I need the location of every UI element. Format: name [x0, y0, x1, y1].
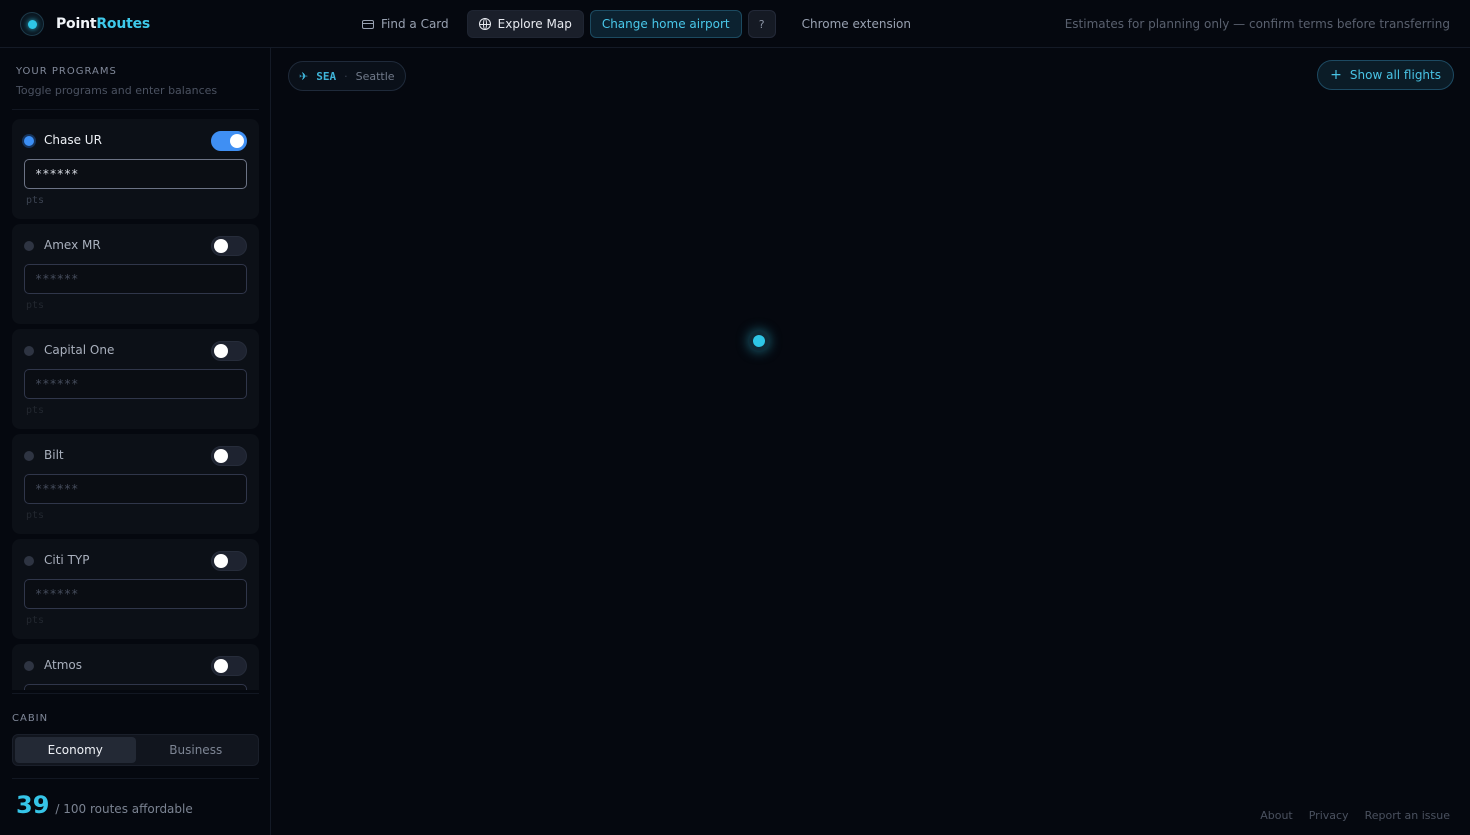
program-toggle[interactable]: [211, 341, 247, 361]
home-airport-marker[interactable]: [749, 331, 769, 351]
globe-icon: [478, 18, 491, 30]
divider: [12, 778, 259, 779]
help-button[interactable]: ?: [747, 10, 776, 38]
cabin-selector: Economy Business: [12, 734, 259, 766]
program-name: Amex MR: [44, 238, 101, 252]
toggle-knob: [214, 659, 228, 673]
footer-link-about[interactable]: About: [1260, 809, 1293, 822]
balance-input[interactable]: [24, 369, 247, 399]
top-bar: PointRoutes Find a Card Explore Map Chan…: [0, 0, 1470, 48]
program-name: Chase UR: [44, 133, 102, 147]
program-toggle[interactable]: [211, 446, 247, 466]
footer-link-report[interactable]: Report an issue: [1365, 809, 1450, 822]
toggle-knob: [214, 344, 228, 358]
main-nav: Find a Card Explore Map Change home airp…: [350, 10, 923, 38]
program-toggle[interactable]: [211, 551, 247, 571]
divider: [12, 693, 259, 694]
program-name: Citi TYP: [44, 553, 90, 567]
status-dot: [24, 451, 34, 461]
affordable-summary: 39 / 100 routes affordable: [16, 791, 193, 819]
program-list[interactable]: Chase UR pts Amex MR pts Capital One pts Bilt p…: [12, 119, 259, 690]
footer-link-privacy[interactable]: Privacy: [1309, 809, 1349, 822]
brand[interactable]: PointRoutes: [20, 12, 150, 36]
show-all-flights-button[interactable]: + Show all flights: [1317, 60, 1454, 90]
change-home-airport-button[interactable]: Change home airport: [589, 10, 742, 38]
status-dot: [24, 346, 34, 356]
program-name: Atmos: [44, 658, 82, 672]
status-dot: [24, 661, 34, 671]
toggle-knob: [214, 449, 228, 463]
home-airport-city: Seattle: [355, 69, 395, 83]
program-card-atmos: Atmospts: [12, 644, 259, 690]
program-card-amex-mr: Amex MR pts: [12, 224, 259, 324]
programs-subtitle: Toggle programs and enter balances: [16, 84, 218, 97]
status-dot: [24, 241, 34, 251]
divider: [12, 109, 259, 110]
home-airport-code: SEA: [316, 69, 337, 83]
brand-logo-icon: [20, 12, 44, 36]
cabin-label: CABIN: [12, 713, 49, 724]
program-toggle[interactable]: [211, 131, 247, 151]
affordable-text: / 100 routes affordable: [55, 802, 193, 816]
balance-unit: pts: [26, 300, 45, 311]
cabin-option-business[interactable]: Business: [136, 737, 257, 763]
status-dot: [24, 556, 34, 566]
credit-card-icon: [362, 19, 374, 29]
balance-input[interactable]: [24, 159, 247, 189]
balance-input[interactable]: [24, 579, 247, 609]
footer-links: About Privacy Report an issue: [1260, 809, 1450, 822]
program-card-citi-typ: Citi TYP pts: [12, 539, 259, 639]
brand-name: PointRoutes: [56, 16, 151, 32]
nav-chrome-extension[interactable]: Chrome extension: [790, 10, 923, 38]
balance-input[interactable]: [24, 474, 247, 504]
disclaimer-text: Estimates for planning only — confirm te…: [1064, 17, 1450, 31]
cabin-option-economy[interactable]: Economy: [15, 737, 136, 763]
programs-header: YOUR PROGRAMS Toggle programs and enter …: [16, 66, 217, 97]
route-map[interactable]: ✈ SEA · Seattle + Show all flights About…: [272, 48, 1470, 835]
balance-unit: pts: [26, 510, 45, 521]
program-name: Capital One: [44, 343, 115, 357]
program-card-bilt: Bilt pts: [12, 434, 259, 534]
balance-input[interactable]: [24, 684, 247, 690]
toggle-knob: [214, 554, 228, 568]
chip-separator: ·: [344, 69, 348, 83]
balance-input[interactable]: [24, 264, 247, 294]
status-dot: [24, 136, 34, 146]
nav-explore-map[interactable]: Explore Map: [466, 10, 584, 38]
plus-icon: +: [1330, 67, 1342, 83]
program-toggle[interactable]: [211, 236, 247, 256]
program-toggle[interactable]: [211, 656, 247, 676]
affordable-count: 39: [16, 791, 50, 819]
program-card-capital-one: Capital One pts: [12, 329, 259, 429]
program-name: Bilt: [44, 448, 64, 462]
balance-unit: pts: [26, 195, 45, 206]
plane-icon: ✈: [299, 69, 309, 83]
balance-unit: pts: [26, 615, 45, 626]
programs-sidebar: YOUR PROGRAMS Toggle programs and enter …: [0, 48, 271, 835]
home-airport-chip[interactable]: ✈ SEA · Seattle: [288, 61, 406, 91]
toggle-knob: [214, 239, 228, 253]
nav-find-card[interactable]: Find a Card: [350, 10, 461, 38]
balance-unit: pts: [26, 405, 45, 416]
program-card-chase-ur: Chase UR pts: [12, 119, 259, 219]
toggle-knob: [230, 134, 244, 148]
programs-title: YOUR PROGRAMS: [16, 66, 117, 77]
